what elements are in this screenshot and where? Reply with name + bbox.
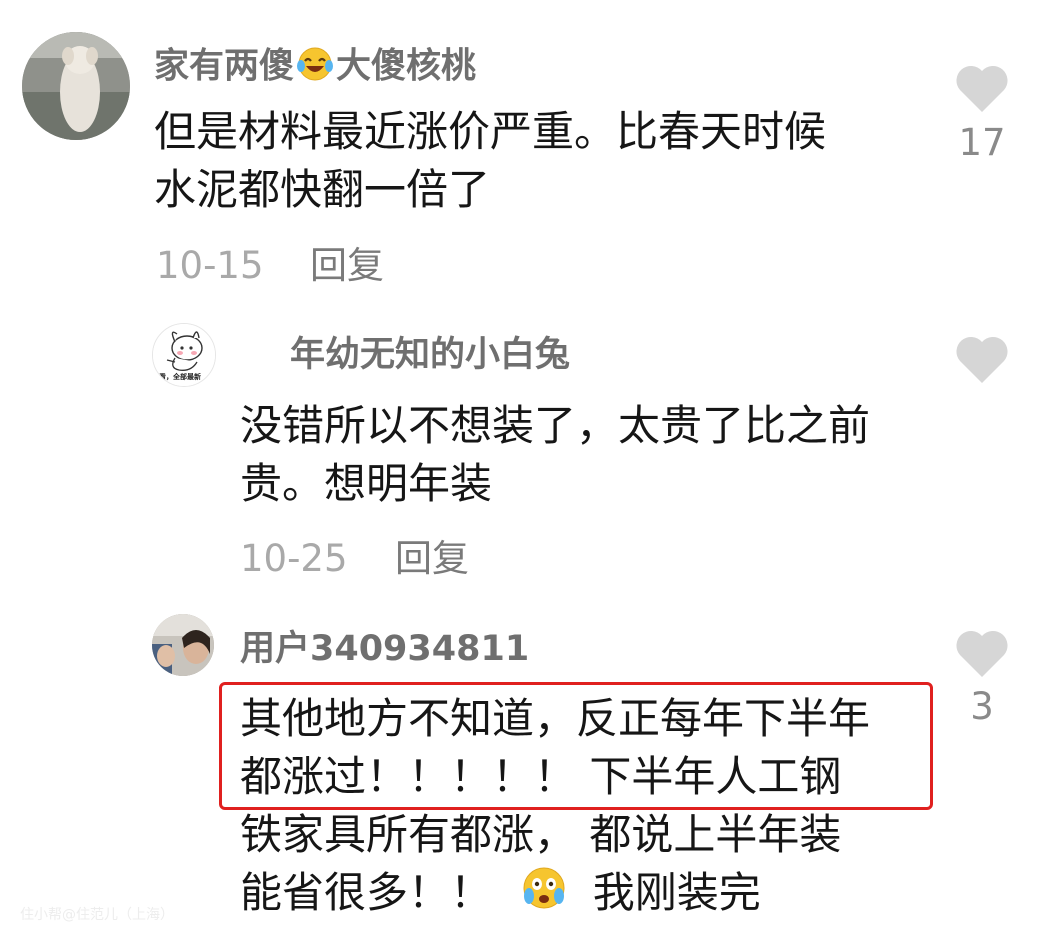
tearful-laugh-icon <box>519 865 569 926</box>
avatar-photo <box>22 32 130 140</box>
like-count: 17 <box>958 121 1006 164</box>
comment-text: 但是材料最近涨价严重。比春天时候 水泥都快翻一倍了 <box>154 103 826 219</box>
avatar[interactable] <box>22 32 130 140</box>
laughing-tears-icon <box>296 46 334 89</box>
like-button[interactable] <box>954 335 1010 385</box>
comment-text: 没错所以不想装了，太贵了比之前 贵。想明年装 <box>240 397 870 513</box>
like-count: 3 <box>970 685 994 728</box>
comment-line-suffix: 我刚装完 <box>592 868 761 917</box>
reply-button[interactable]: 回复 <box>310 247 384 284</box>
username-text: 家有两傻 <box>154 46 295 87</box>
comment-line-last: 能省很多！！ 我刚装完 <box>240 864 870 926</box>
username[interactable]: 家有两傻 大傻核桃 <box>154 46 476 89</box>
watermark: 住小帮@住范儿（上海） <box>20 907 174 923</box>
comment-line: 水泥都快翻一倍了 <box>154 165 491 214</box>
comment-date: 10-15 <box>156 244 264 287</box>
username-suffix: 大傻核桃 <box>336 46 477 87</box>
reply-button[interactable]: 回复 <box>395 540 469 577</box>
comment-line: 都涨过！！！！！ 下半年人工钢 <box>240 752 842 801</box>
heart-icon <box>956 630 1008 677</box>
comment-line: 没错所以不想装了，太贵了比之前 <box>240 401 871 450</box>
heart-icon <box>956 65 1008 112</box>
comment-text: 其他地方不知道，反正每年下半年 都涨过！！！！！ 下半年人工钢 铁家具所有都涨，… <box>240 690 870 926</box>
like-button[interactable] <box>954 629 1010 679</box>
avatar-caption: 看，全部最新 <box>159 373 201 381</box>
comment-line: 其他地方不知道，反正每年下半年 <box>240 694 871 743</box>
avatar-photo <box>152 614 214 676</box>
comment-line: 但是材料最近涨价严重。比春天时候 <box>154 107 827 156</box>
comment-date: 10-25 <box>240 537 348 580</box>
comment-line: 能省很多！！ <box>240 868 493 917</box>
avatar[interactable] <box>152 614 214 676</box>
comment-line: 铁家具所有都涨， 都说上半年装 <box>240 810 842 859</box>
avatar[interactable]: 看，全部最新 <box>152 323 216 387</box>
like-button[interactable] <box>954 64 1010 114</box>
username[interactable]: 用户340934811 <box>240 632 529 667</box>
heart-icon <box>956 336 1008 383</box>
comment-line: 贵。想明年装 <box>240 459 493 508</box>
username[interactable]: 年幼无知的小白兔 <box>290 338 570 373</box>
